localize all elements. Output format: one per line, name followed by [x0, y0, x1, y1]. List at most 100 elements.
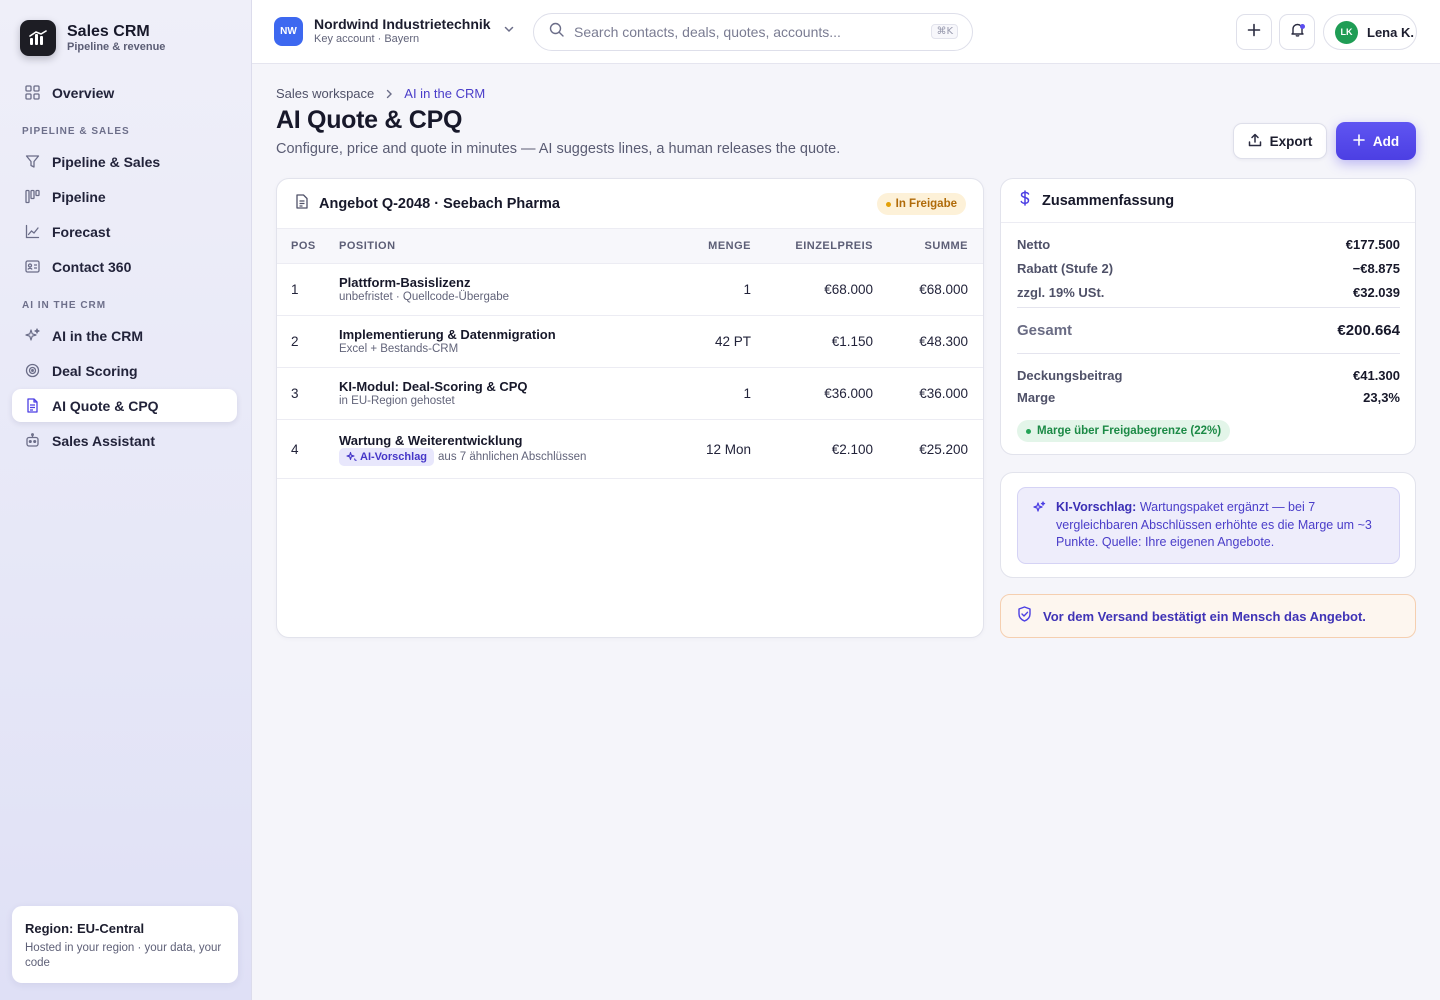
sidebar-item-contact-360[interactable]: Contact 360: [12, 250, 237, 283]
chevron-right-icon: [384, 89, 394, 99]
sidebar-item-ai-in-crm[interactable]: AI in the CRM: [12, 319, 237, 352]
notification-dot: [1300, 24, 1305, 29]
column-header-unit-price[interactable]: EINZELPREIS: [751, 229, 873, 264]
line-description: Excel + Bestands-CRM: [339, 343, 459, 355]
sidebar-item-label: Contact 360: [52, 258, 132, 275]
filter-icon: [24, 154, 40, 170]
sidebar-item-sales-assistant[interactable]: Sales Assistant: [12, 424, 237, 457]
status-dot: [885, 201, 891, 207]
cell-qty: 1: [641, 367, 751, 420]
line-name: KI-Modul: Deal-Scoring & CPQ: [339, 379, 528, 394]
create-button[interactable]: [1236, 14, 1272, 50]
summary-value: −€8.875: [1352, 261, 1400, 276]
breadcrumb-current[interactable]: AI in the CRM: [404, 86, 485, 101]
cell-sum: €25.200: [873, 419, 983, 479]
column-header-position[interactable]: POSITION: [339, 229, 641, 264]
user-name: Lena K.: [1367, 24, 1414, 40]
avatar: LK: [1335, 20, 1358, 44]
sidebar-item-label: Forecast: [52, 223, 111, 240]
sidebar-item-deal-scoring[interactable]: Deal Scoring: [12, 354, 237, 387]
table-row[interactable]: 4 Wartung & Weiterentwicklung AI-Vorschl…: [277, 419, 983, 479]
summary-value: €41.300: [1353, 368, 1400, 383]
dollar-icon: [1019, 190, 1031, 211]
cell-sum: €36.000: [873, 367, 983, 420]
account-badge: NW: [274, 16, 303, 46]
table-row[interactable]: 2 Implementierung & Datenmigration Excel…: [277, 315, 983, 368]
cell-pos: 4: [277, 419, 339, 479]
page-subtitle: Configure, price and quote in minutes — …: [276, 141, 841, 157]
summary-row-netto: Netto €177.500: [1017, 237, 1400, 252]
line-name: Wartung & Weiterentwicklung: [339, 432, 523, 448]
search-bar[interactable]: ⌘K: [533, 13, 973, 51]
sidebar-item-label: Overview: [52, 84, 115, 101]
cell-pos: 2: [277, 315, 339, 368]
human-approval-banner: Vor dem Versand bestätigt ein Mensch das…: [1000, 594, 1416, 638]
cell-pos: 1: [277, 263, 339, 316]
status-label: In Freigabe: [895, 198, 957, 210]
notifications-button[interactable]: [1279, 14, 1315, 50]
account-switcher[interactable]: NW Nordwind Industrietechnik Key account…: [274, 16, 515, 46]
ai-suggestion-card: KI-Vorschlag: Wartungspaket ergänzt — be…: [1000, 472, 1416, 578]
sidebar-item-pipeline[interactable]: Pipeline: [12, 180, 237, 213]
table-row[interactable]: 3 KI-Modul: Deal-Scoring & CPQ in EU-Reg…: [277, 367, 983, 420]
plus-icon: [1247, 23, 1261, 42]
sidebar-item-pipeline-sales[interactable]: Pipeline & Sales: [12, 145, 237, 178]
summary-label: Gesamt: [1017, 322, 1073, 339]
add-button[interactable]: Add: [1336, 122, 1416, 160]
column-header-sum[interactable]: SUMME: [873, 229, 983, 264]
summary-value: 23,3%: [1363, 390, 1400, 405]
bot-icon: [24, 433, 40, 449]
quote-header: Angebot Q-2048 · Seebach Pharma In Freig…: [277, 179, 983, 228]
sidebar-item-label: Deal Scoring: [52, 362, 138, 379]
column-header-pos[interactable]: POS: [277, 229, 339, 264]
ai-suggestion-box: KI-Vorschlag: Wartungspaket ergänzt — be…: [1017, 487, 1400, 564]
breadcrumb-parent[interactable]: Sales workspace: [276, 86, 374, 101]
sidebar-item-ai-quote-cpq[interactable]: AI Quote & CPQ: [12, 389, 237, 422]
user-menu[interactable]: LK Lena K.: [1323, 14, 1417, 50]
line-description: in EU-Region gehostet: [339, 395, 455, 407]
sparkles-icon: [346, 451, 357, 462]
shield-check-icon: [1017, 605, 1032, 627]
cell-qty: 1: [641, 263, 751, 316]
summary-divider: [1017, 353, 1400, 354]
summary-label: zzgl. 19% USt.: [1017, 285, 1105, 300]
sidebar: Sales CRM Pipeline & revenue Overview PI…: [0, 0, 252, 1000]
table-row[interactable]: 1 Plattform-Basislizenz unbefristet · Qu…: [277, 263, 983, 316]
search-shortcut: ⌘K: [931, 24, 958, 39]
summary-row-ust: zzgl. 19% USt. €32.039: [1017, 285, 1400, 300]
topbar: NW Nordwind Industrietechnik Key account…: [252, 0, 1440, 64]
cell-qty: 12 Mon: [641, 419, 751, 479]
summary-value: €32.039: [1353, 285, 1400, 300]
contact-card-icon: [24, 259, 40, 275]
search-input[interactable]: [574, 24, 914, 40]
sidebar-item-label: Sales Assistant: [52, 432, 155, 449]
line-description: unbefristet · Quellcode-Übergabe: [339, 291, 510, 303]
cell-unit-price: €68.000: [751, 263, 873, 316]
ai-suggestion-tag[interactable]: AI-Vorschlag: [339, 447, 435, 466]
sidebar-item-label: AI in the CRM: [52, 327, 143, 344]
document-icon: [24, 398, 40, 414]
sidebar-item-forecast[interactable]: Forecast: [12, 215, 237, 248]
column-header-qty[interactable]: MENGE: [641, 229, 751, 264]
sidebar-item-overview[interactable]: Overview: [12, 76, 237, 109]
cell-unit-price: €2.100: [751, 419, 873, 479]
summary-row-rabatt: Rabatt (Stufe 2) −€8.875: [1017, 261, 1400, 276]
summary-label: Marge: [1017, 390, 1056, 405]
line-description: aus 7 ähnlichen Abschlüssen: [438, 450, 587, 463]
cell-pos: 3: [277, 367, 339, 420]
sidebar-item-label: AI Quote & CPQ: [52, 397, 159, 414]
summary-label: Deckungsbeitrag: [1017, 368, 1123, 383]
upload-icon: [1248, 133, 1262, 150]
export-button[interactable]: Export: [1233, 123, 1327, 159]
ai-suggestion-label: KI-Vorschlag:: [1056, 500, 1137, 514]
margin-status-label: Marge über Freigabegrenze (22%): [1037, 425, 1222, 437]
cell-sum: €68.000: [873, 263, 983, 316]
summary-row-total: Gesamt €200.664: [1017, 322, 1400, 339]
nav-section-pipeline: PIPELINE & SALES: [22, 126, 130, 137]
brand[interactable]: Sales CRM Pipeline & revenue: [20, 20, 165, 56]
quote-lines-table: POS POSITION MENGE EINZELPREIS SUMME 1 P…: [277, 228, 983, 479]
summary-label: Rabatt (Stufe 2): [1017, 261, 1114, 276]
margin-status-badge: Marge über Freigabegrenze (22%): [1017, 420, 1231, 442]
kanban-icon: [24, 189, 40, 205]
breadcrumb: Sales workspace AI in the CRM: [276, 86, 485, 101]
